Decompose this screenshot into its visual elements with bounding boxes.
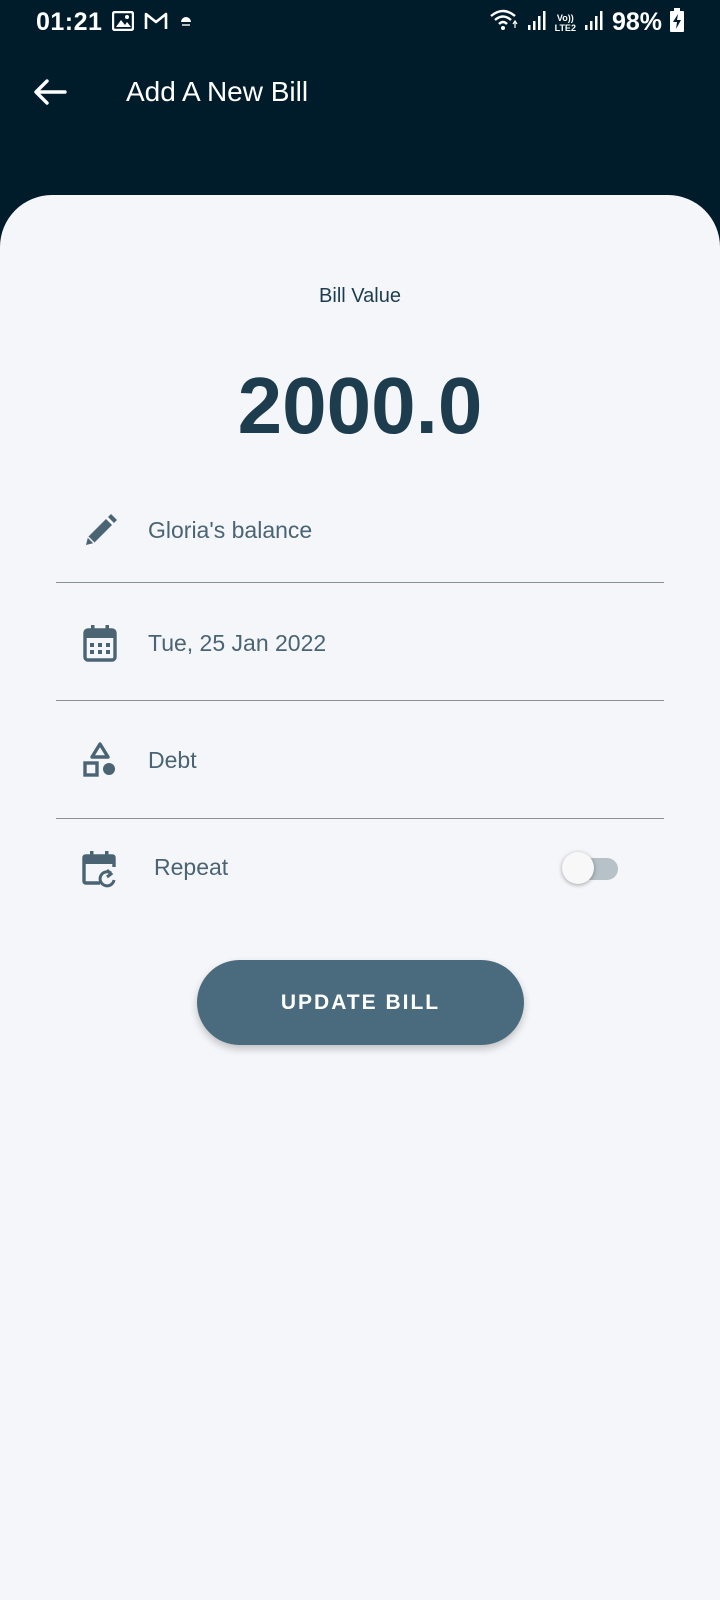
bill-name-field[interactable]: Gloria's balance	[56, 465, 664, 583]
bill-date-field[interactable]: Tue, 25 Jan 2022	[56, 583, 664, 701]
app-bar: Add A New Bill	[0, 46, 720, 146]
battery-percent: 98%	[611, 8, 662, 36]
back-button[interactable]	[28, 72, 72, 116]
bill-value-label: Bill Value	[319, 285, 401, 307]
status-system-icons: Vo)) LTE2 98%	[489, 8, 684, 37]
battery-charging-icon	[670, 8, 684, 37]
bill-value-amount[interactable]: 2000.0	[0, 360, 720, 452]
bill-category-field[interactable]: Debt	[56, 701, 664, 819]
weather-icon	[178, 13, 194, 34]
status-bar: 01:21 Vo)) LTE2 98%	[0, 0, 720, 46]
calendar-repeat-icon	[80, 849, 120, 889]
repeat-label: Repeat	[154, 854, 229, 880]
bill-repeat-field: Repeat	[56, 819, 664, 937]
bill-date-value: Tue, 25 Jan 2022	[148, 630, 327, 656]
update-bill-button[interactable]: UPDATE BILL	[197, 960, 524, 1045]
page-title: Add A New Bill	[126, 76, 309, 107]
wifi-icon	[489, 8, 519, 37]
bill-name-value: Gloria's balance	[148, 517, 313, 543]
repeat-toggle[interactable]	[562, 852, 618, 884]
bill-category-value: Debt	[148, 747, 197, 773]
shapes-icon	[80, 741, 120, 781]
volte-lte2-icon: Vo)) LTE2	[554, 12, 576, 33]
signal-icon	[527, 9, 547, 36]
gmail-icon	[144, 11, 168, 36]
arrow-back-icon	[33, 78, 67, 110]
status-notification-icons	[111, 10, 194, 36]
repeat-toggle-thumb	[562, 852, 594, 884]
bill-form-sheet: Bill Value 2000.0 Gloria's balance Tue, …	[0, 195, 720, 1600]
image-icon	[111, 10, 135, 36]
calendar-icon	[80, 623, 120, 663]
signal-icon	[584, 9, 604, 36]
pencil-icon	[80, 511, 120, 551]
status-time: 01:21	[36, 8, 103, 36]
